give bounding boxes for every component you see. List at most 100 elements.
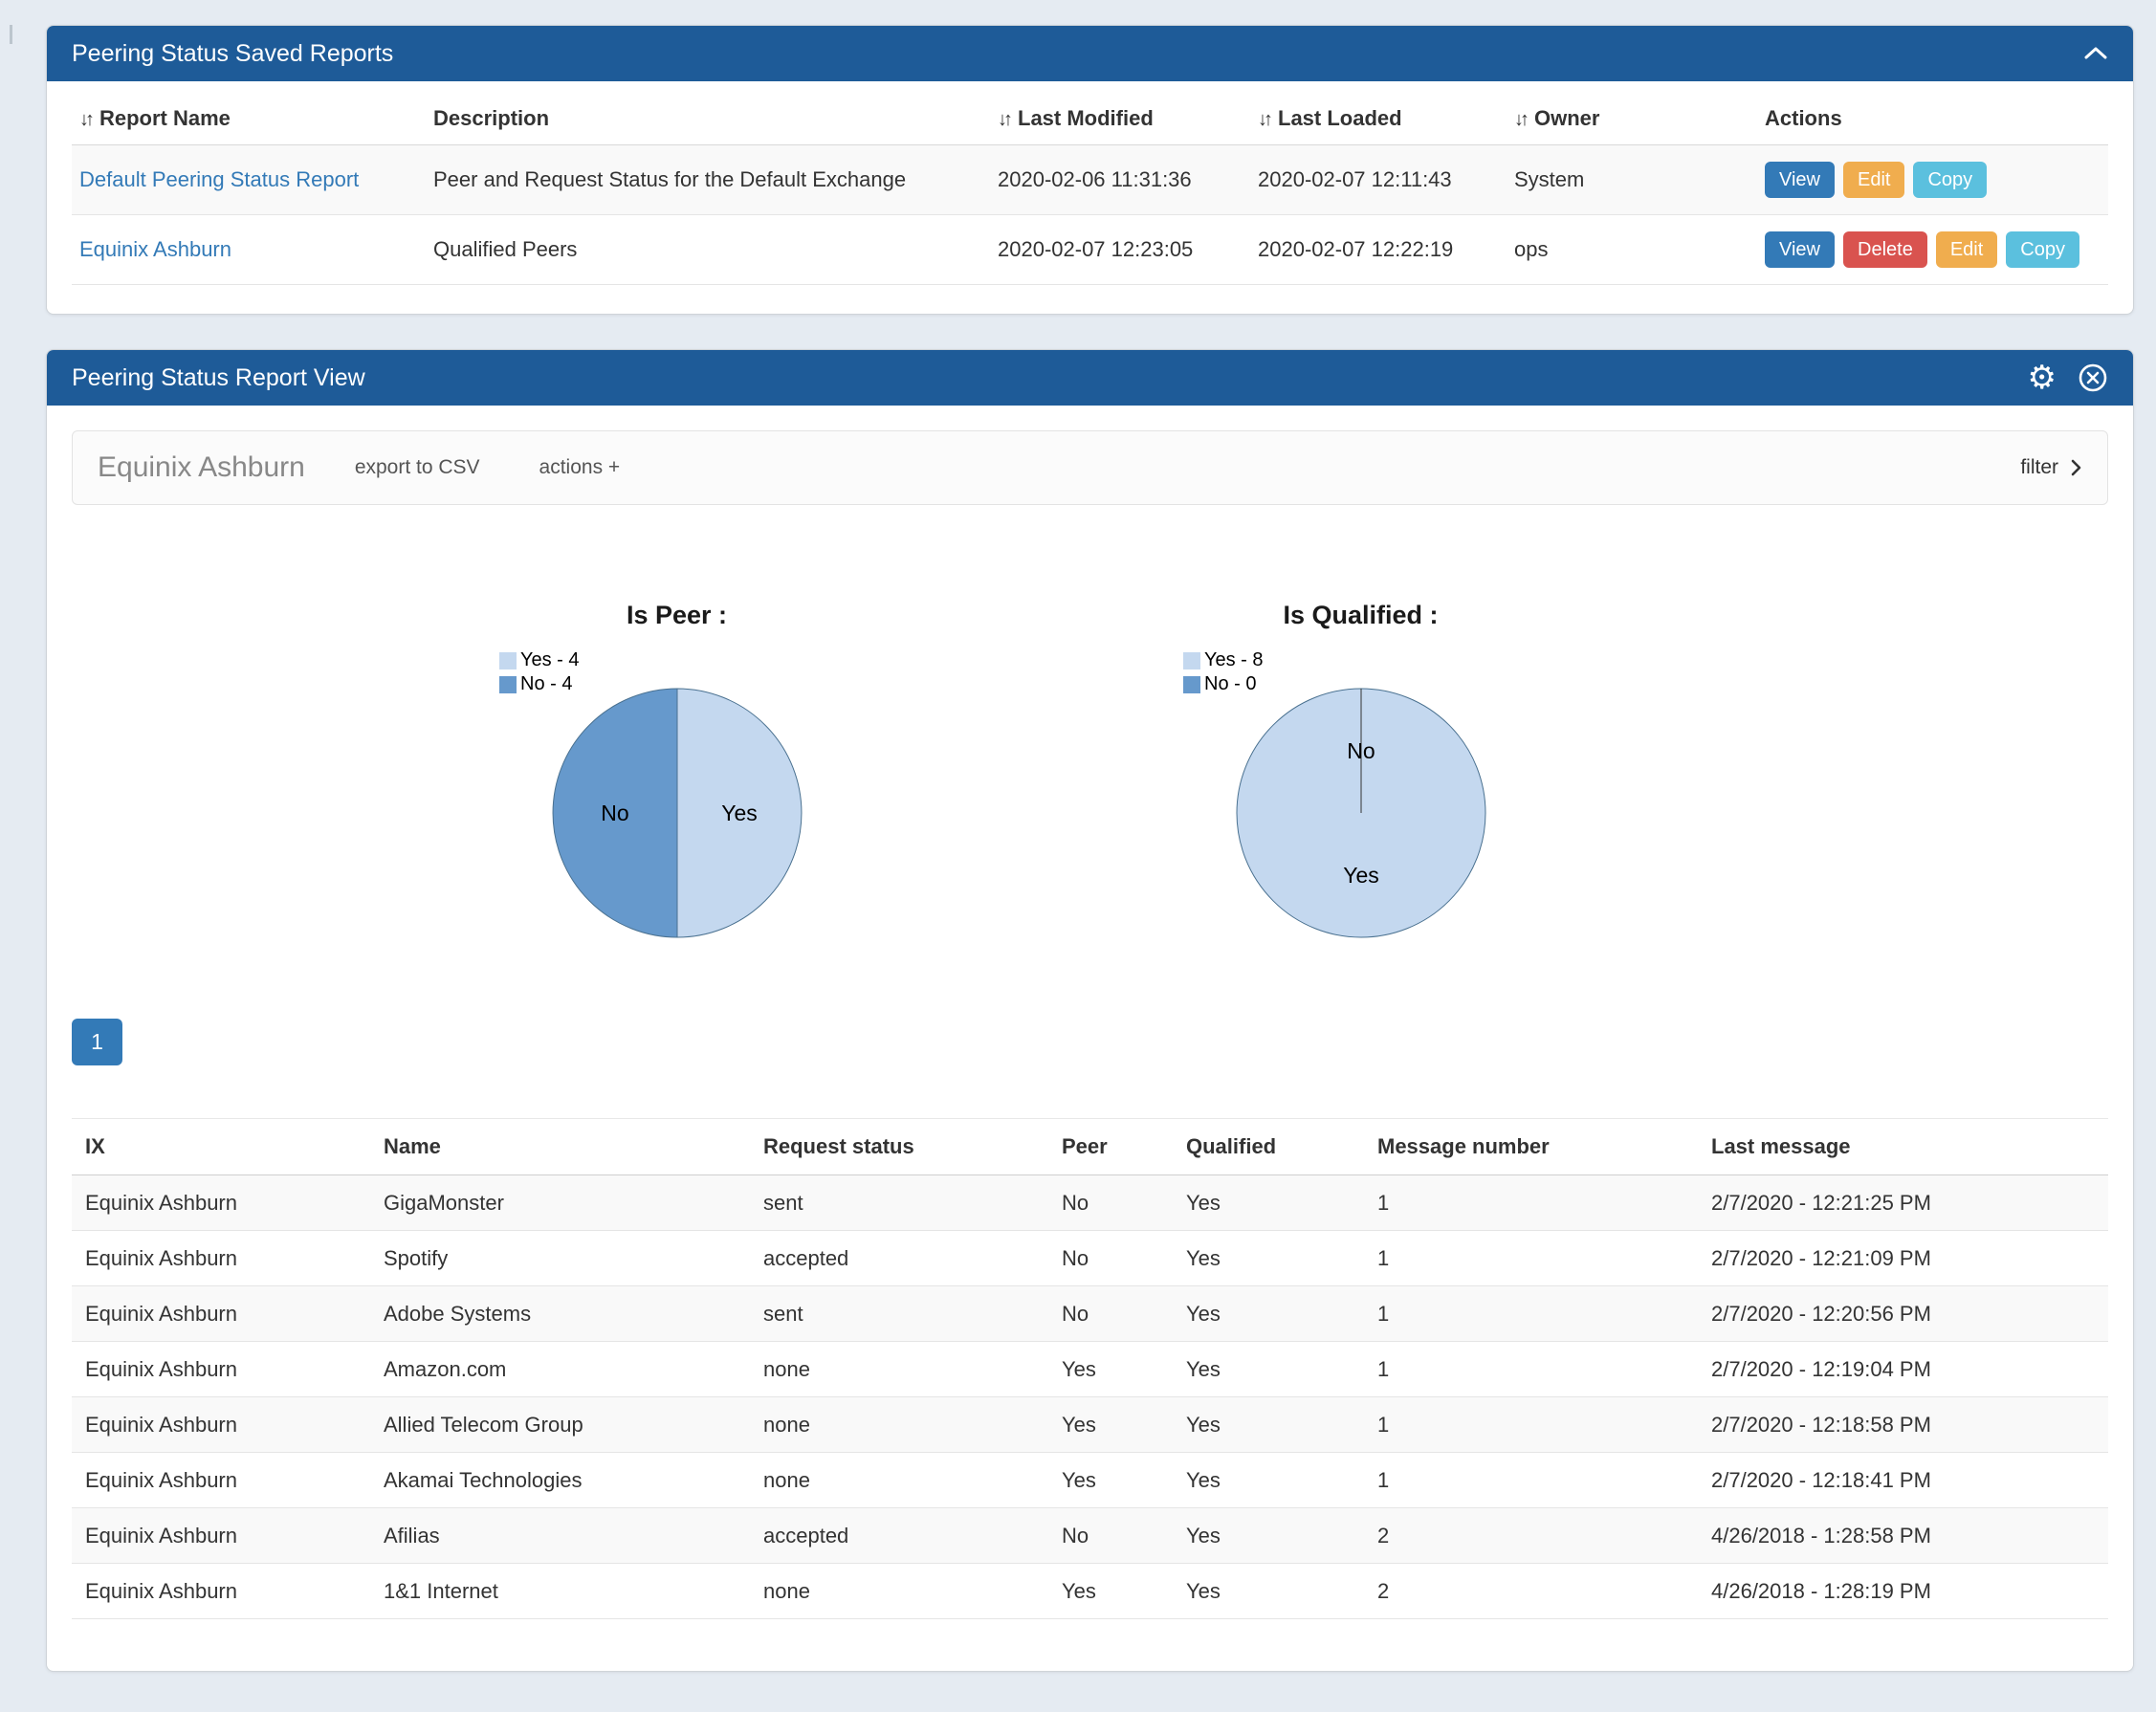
close-icon[interactable] bbox=[2078, 362, 2108, 393]
saved-reports-panel-header[interactable]: Peering Status Saved Reports bbox=[47, 26, 2133, 81]
legend-item: No - 4 bbox=[499, 672, 580, 696]
column-header-last-modified[interactable]: ↓↑Last Modified bbox=[990, 89, 1250, 145]
name-cell: Amazon.com bbox=[370, 1342, 750, 1397]
last-modified-cell: 2020-02-06 11:31:36 bbox=[990, 145, 1250, 215]
request-status-cell: sent bbox=[750, 1175, 1048, 1231]
last-message-cell: 2/7/2020 - 12:20:56 PM bbox=[1698, 1286, 2108, 1342]
copy-button[interactable]: Copy bbox=[2006, 231, 2079, 268]
qualified-cell: Yes bbox=[1173, 1231, 1364, 1286]
description-cell: Qualified Peers bbox=[426, 215, 990, 285]
name-cell: Afilias bbox=[370, 1508, 750, 1564]
actions-cell: ViewDeleteEditCopy bbox=[1757, 215, 2108, 285]
pagination-page-1-button[interactable]: 1 bbox=[72, 1019, 122, 1065]
saved-reports-panel-title: Peering Status Saved Reports bbox=[72, 40, 393, 68]
legend-swatch bbox=[499, 676, 517, 693]
column-header-owner[interactable]: ↓↑Owner bbox=[1507, 89, 1757, 145]
saved-reports-header-row: ↓↑Report NameDescription↓↑Last Modified↓… bbox=[72, 89, 2108, 145]
results-row: Equinix AshburnAkamai TechnologiesnoneYe… bbox=[72, 1453, 2108, 1508]
chart-legend: Yes - 4No - 4 bbox=[499, 648, 580, 696]
legend-label: Yes - 4 bbox=[520, 649, 580, 671]
qualified-cell: Yes bbox=[1173, 1342, 1364, 1397]
message-number-cell: 1 bbox=[1364, 1453, 1698, 1508]
pagination: 1 bbox=[72, 1019, 2108, 1065]
saved-reports-table: ↓↑Report NameDescription↓↑Last Modified↓… bbox=[72, 89, 2108, 285]
chart-title: Is Peer : bbox=[335, 601, 1019, 630]
request-status-cell: none bbox=[750, 1564, 1048, 1619]
owner-cell: ops bbox=[1507, 215, 1757, 285]
owner-cell: System bbox=[1507, 145, 1757, 215]
column-label: Actions bbox=[1765, 106, 1842, 130]
request-status-cell: accepted bbox=[750, 1508, 1048, 1564]
column-header-report-name[interactable]: ↓↑ Report Name bbox=[72, 89, 426, 145]
sort-icon: ↓↑ bbox=[79, 109, 91, 130]
qualified-cell: Yes bbox=[1173, 1175, 1364, 1231]
chevron-right-icon bbox=[2070, 457, 2082, 478]
ix-cell: Equinix Ashburn bbox=[72, 1175, 370, 1231]
results-row: Equinix AshburnGigaMonstersentNoYes12/7/… bbox=[72, 1175, 2108, 1231]
legend-item: Yes - 4 bbox=[499, 648, 580, 672]
view-button[interactable]: View bbox=[1765, 231, 1835, 268]
view-button[interactable]: View bbox=[1765, 162, 1835, 198]
column-header-description: Description bbox=[426, 89, 990, 145]
ix-cell: Equinix Ashburn bbox=[72, 1397, 370, 1453]
results-row: Equinix AshburnAfiliasacceptedNoYes24/26… bbox=[72, 1508, 2108, 1564]
results-row: Equinix AshburnAdobe SystemssentNoYes12/… bbox=[72, 1286, 2108, 1342]
column-header-actions: Actions bbox=[1757, 89, 2108, 145]
column-label: Last Loaded bbox=[1278, 106, 1402, 130]
legend-label: No - 0 bbox=[1204, 673, 1256, 695]
saved-reports-panel-body: ↓↑Report NameDescription↓↑Last Modified↓… bbox=[47, 81, 2133, 314]
peer-cell: Yes bbox=[1048, 1397, 1173, 1453]
column-label: Description bbox=[433, 106, 549, 130]
sort-icon: ↓↑ bbox=[1258, 109, 1269, 130]
report-name-link[interactable]: Equinix Ashburn bbox=[79, 237, 231, 261]
filter-toggle[interactable]: filter bbox=[2020, 456, 2082, 479]
request-status-cell: none bbox=[750, 1397, 1048, 1453]
qualified-cell: Yes bbox=[1173, 1508, 1364, 1564]
report-view-panel-title: Peering Status Report View bbox=[72, 364, 365, 392]
delete-button[interactable]: Delete bbox=[1843, 231, 1927, 268]
message-number-cell: 1 bbox=[1364, 1231, 1698, 1286]
peer-cell: No bbox=[1048, 1286, 1173, 1342]
column-label: Report Name bbox=[99, 106, 231, 130]
peer-cell: No bbox=[1048, 1231, 1173, 1286]
results-column-header-message-number: Message number bbox=[1364, 1119, 1698, 1175]
saved-reports-panel: Peering Status Saved Reports ↓↑ Report Na… bbox=[46, 25, 2134, 315]
last-message-cell: 4/26/2018 - 1:28:58 PM bbox=[1698, 1508, 2108, 1564]
legend-swatch bbox=[499, 652, 517, 669]
pie-chart: Is Qualified :Yes - 8No - 0YesNo bbox=[1019, 601, 1703, 942]
report-toolbar: Equinix Ashburn export to CSV actions + … bbox=[72, 430, 2108, 505]
last-message-cell: 4/26/2018 - 1:28:19 PM bbox=[1698, 1564, 2108, 1619]
request-status-cell: accepted bbox=[750, 1231, 1048, 1286]
pie-chart-svg: YesNo bbox=[1232, 684, 1490, 942]
report-name-cell: Default Peering Status Report bbox=[72, 145, 426, 215]
actions-menu-link[interactable]: actions + bbox=[539, 456, 621, 479]
name-cell: Akamai Technologies bbox=[370, 1453, 750, 1508]
report-name-link[interactable]: Default Peering Status Report bbox=[79, 167, 359, 191]
collapse-chevron-up-icon[interactable] bbox=[2083, 46, 2108, 61]
description-cell: Peer and Request Status for the Default … bbox=[426, 145, 990, 215]
legend-swatch bbox=[1183, 652, 1200, 669]
report-view-panel: Peering Status Report View ⚙ Equinix Ash… bbox=[46, 349, 2134, 1672]
ix-cell: Equinix Ashburn bbox=[72, 1453, 370, 1508]
name-cell: Allied Telecom Group bbox=[370, 1397, 750, 1453]
qualified-cell: Yes bbox=[1173, 1397, 1364, 1453]
results-row: Equinix AshburnAmazon.comnoneYesYes12/7/… bbox=[72, 1342, 2108, 1397]
column-label: Last Modified bbox=[1018, 106, 1154, 130]
name-cell: Spotify bbox=[370, 1231, 750, 1286]
peer-cell: No bbox=[1048, 1175, 1173, 1231]
pie-slice-label: No bbox=[1347, 738, 1375, 763]
edit-button[interactable]: Edit bbox=[1936, 231, 1997, 268]
column-label: Owner bbox=[1534, 106, 1599, 130]
copy-button[interactable]: Copy bbox=[1913, 162, 1987, 198]
name-cell: GigaMonster bbox=[370, 1175, 750, 1231]
peer-cell: Yes bbox=[1048, 1342, 1173, 1397]
request-status-cell: sent bbox=[750, 1286, 1048, 1342]
edit-button[interactable]: Edit bbox=[1843, 162, 1904, 198]
gear-icon[interactable]: ⚙ bbox=[2028, 362, 2057, 394]
last-message-cell: 2/7/2020 - 12:18:58 PM bbox=[1698, 1397, 2108, 1453]
export-csv-link[interactable]: export to CSV bbox=[355, 456, 480, 479]
column-header-last-loaded[interactable]: ↓↑ Last Loaded bbox=[1250, 89, 1507, 145]
report-view-panel-body: Equinix Ashburn export to CSV actions + … bbox=[47, 406, 2133, 1671]
legend-item: Yes - 8 bbox=[1183, 648, 1264, 672]
pie-slice-label: Yes bbox=[721, 801, 758, 825]
